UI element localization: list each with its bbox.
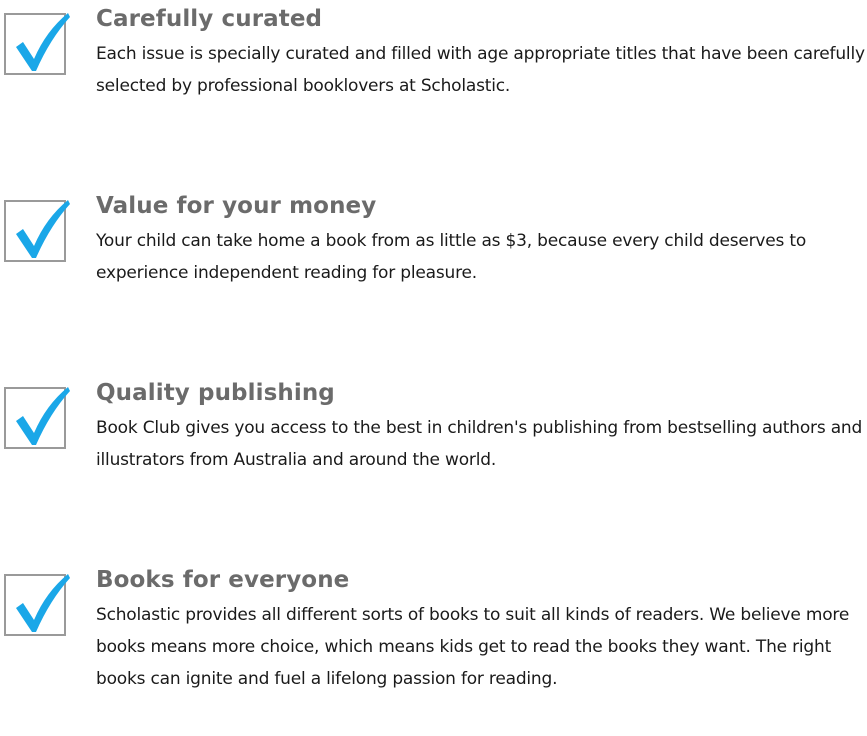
feature-title: Value for your money [96,193,377,219]
checkmark-icon [16,574,70,632]
feature-description: Book Club gives you access to the best i… [96,418,863,470]
feature-description: Scholastic provides all different sorts … [96,605,850,689]
checkmark-checkbox-icon [4,387,70,449]
checkmark-icon [16,200,70,258]
checkmark-icon [16,387,70,445]
checkmark-icon [16,13,70,71]
feature-title: Books for everyone [96,567,350,593]
checkmark-checkbox-icon [4,13,70,75]
checkmark-checkbox-icon [4,200,70,262]
checkmark-checkbox-icon [4,574,70,636]
feature-title: Quality publishing [96,380,335,406]
feature-title: Carefully curated [96,6,323,32]
feature-description: Each issue is specially curated and fill… [96,44,865,96]
feature-description: Your child can take home a book from as … [96,231,807,283]
